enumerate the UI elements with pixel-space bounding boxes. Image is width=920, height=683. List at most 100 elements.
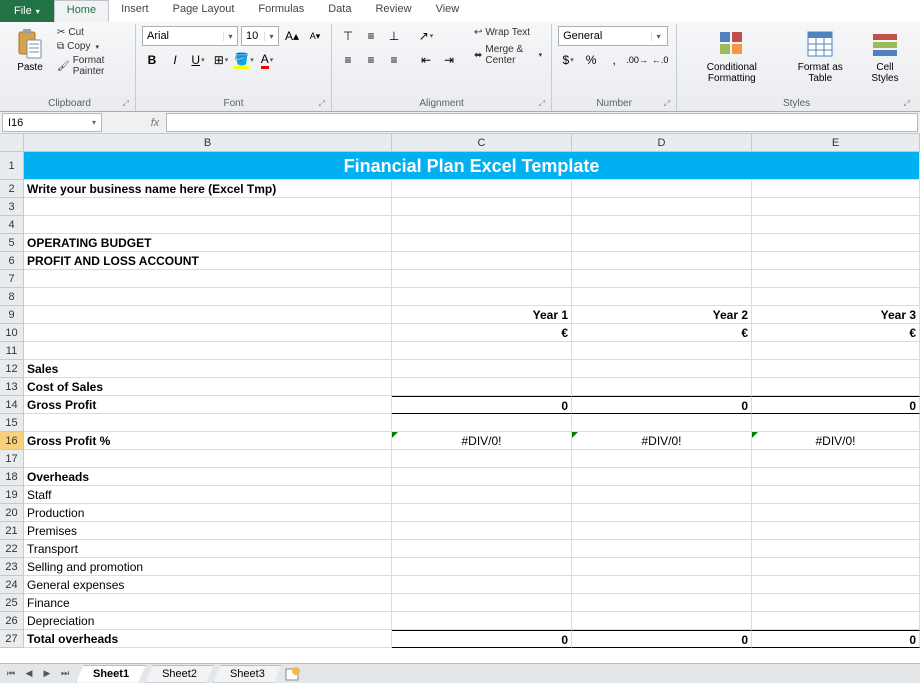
cell[interactable]: Sales <box>24 360 392 378</box>
cell[interactable]: Financial Plan Excel Template <box>24 152 920 180</box>
cell[interactable] <box>392 594 572 612</box>
row-header-27[interactable]: 27 <box>0 630 23 648</box>
decrease-indent-button[interactable]: ⇤ <box>416 50 436 70</box>
chevron-down-icon[interactable]: ▾ <box>92 118 96 127</box>
orientation-button[interactable]: ↗ <box>416 26 436 46</box>
cell[interactable] <box>24 198 392 216</box>
cell[interactable] <box>392 414 572 432</box>
row-header-13[interactable]: 13 <box>0 378 23 396</box>
row-header-21[interactable]: 21 <box>0 522 23 540</box>
align-left-button[interactable]: ≡ <box>338 50 358 70</box>
cell[interactable] <box>752 522 920 540</box>
chevron-down-icon[interactable]: ▾ <box>264 32 278 41</box>
col-header-e[interactable]: E <box>752 134 920 151</box>
bold-button[interactable]: B <box>142 50 162 70</box>
cell[interactable] <box>24 324 392 342</box>
cell[interactable] <box>752 468 920 486</box>
cut-button[interactable]: ✂ Cut <box>54 26 129 39</box>
cell[interactable] <box>392 540 572 558</box>
cell[interactable] <box>752 288 920 306</box>
cell[interactable] <box>752 342 920 360</box>
cell[interactable] <box>572 450 752 468</box>
row-header-4[interactable]: 4 <box>0 216 23 234</box>
font-color-button[interactable]: A <box>257 50 277 70</box>
cell[interactable]: Transport <box>24 540 392 558</box>
cell[interactable]: #DIV/0! <box>572 432 752 450</box>
row-header-7[interactable]: 7 <box>0 270 23 288</box>
cell[interactable] <box>572 180 752 198</box>
align-bottom-button[interactable]: ⊥ <box>384 26 404 46</box>
cell[interactable]: 0 <box>752 396 920 414</box>
cell[interactable] <box>572 288 752 306</box>
row-header-19[interactable]: 19 <box>0 486 23 504</box>
sheet-nav-prev[interactable]: ◀ <box>20 666 38 682</box>
cell[interactable] <box>572 558 752 576</box>
format-painter-button[interactable]: 🖌 Format Painter <box>54 54 129 78</box>
row-header-8[interactable]: 8 <box>0 288 23 306</box>
cell[interactable] <box>392 450 572 468</box>
cell[interactable]: Selling and promotion <box>24 558 392 576</box>
row-header-24[interactable]: 24 <box>0 576 23 594</box>
cell[interactable] <box>572 504 752 522</box>
tab-page-layout[interactable]: Page Layout <box>161 0 247 22</box>
cell[interactable] <box>392 252 572 270</box>
cell[interactable] <box>392 558 572 576</box>
col-header-c[interactable]: C <box>392 134 572 151</box>
font-name-input[interactable] <box>143 27 223 45</box>
sheet-nav-last[interactable]: ⏭ <box>56 666 74 682</box>
cell[interactable] <box>572 414 752 432</box>
cell[interactable]: Year 3 <box>752 306 920 324</box>
cell[interactable]: Write your business name here (Excel Tmp… <box>24 180 392 198</box>
tab-view[interactable]: View <box>424 0 472 22</box>
row-header-16[interactable]: 16 <box>0 432 23 450</box>
wrap-text-button[interactable]: ↩Wrap Text <box>471 26 545 39</box>
underline-button[interactable]: U <box>188 50 208 70</box>
italic-button[interactable]: I <box>165 50 185 70</box>
row-header-11[interactable]: 11 <box>0 342 23 360</box>
cell[interactable] <box>752 486 920 504</box>
tab-data[interactable]: Data <box>316 0 363 22</box>
select-all-corner[interactable] <box>0 134 24 152</box>
cell[interactable]: Overheads <box>24 468 392 486</box>
cell[interactable] <box>752 180 920 198</box>
row-header-15[interactable]: 15 <box>0 414 23 432</box>
cell[interactable] <box>752 198 920 216</box>
cell[interactable] <box>392 612 572 630</box>
sheet-nav-next[interactable]: ▶ <box>38 666 56 682</box>
cell[interactable]: Cost of Sales <box>24 378 392 396</box>
cell[interactable]: #DIV/0! <box>392 432 572 450</box>
cell[interactable]: PROFIT AND LOSS ACCOUNT <box>24 252 392 270</box>
number-format-input[interactable] <box>559 27 651 45</box>
row-header-18[interactable]: 18 <box>0 468 23 486</box>
row-header-14[interactable]: 14 <box>0 396 23 414</box>
row-header-5[interactable]: 5 <box>0 234 23 252</box>
merge-center-button[interactable]: ⬌Merge & Center▾ <box>471 43 545 67</box>
row-header-20[interactable]: 20 <box>0 504 23 522</box>
cell[interactable] <box>572 378 752 396</box>
cell[interactable] <box>24 270 392 288</box>
cell[interactable] <box>392 234 572 252</box>
cell[interactable]: € <box>752 324 920 342</box>
align-top-button[interactable]: ⊤ <box>338 26 358 46</box>
cell[interactable] <box>392 180 572 198</box>
cell[interactable]: Production <box>24 504 392 522</box>
cell[interactable] <box>572 576 752 594</box>
cell[interactable] <box>752 540 920 558</box>
cell[interactable] <box>752 504 920 522</box>
cell[interactable]: 0 <box>572 396 752 414</box>
sheet-nav-first[interactable]: ⏮ <box>2 666 20 682</box>
cell[interactable] <box>572 468 752 486</box>
cell[interactable] <box>392 360 572 378</box>
row-header-3[interactable]: 3 <box>0 198 23 216</box>
chevron-down-icon[interactable]: ▾ <box>651 32 665 41</box>
cell[interactable]: Depreciation <box>24 612 392 630</box>
align-center-button[interactable]: ≡ <box>361 50 381 70</box>
tab-insert[interactable]: Insert <box>109 0 161 22</box>
row-header-23[interactable]: 23 <box>0 558 23 576</box>
cell[interactable] <box>392 288 572 306</box>
increase-font-button[interactable]: A▴ <box>282 26 302 46</box>
formula-input[interactable] <box>166 113 918 132</box>
cell[interactable]: Year 1 <box>392 306 572 324</box>
font-name-combo[interactable]: ▾ <box>142 26 238 46</box>
row-header-12[interactable]: 12 <box>0 360 23 378</box>
